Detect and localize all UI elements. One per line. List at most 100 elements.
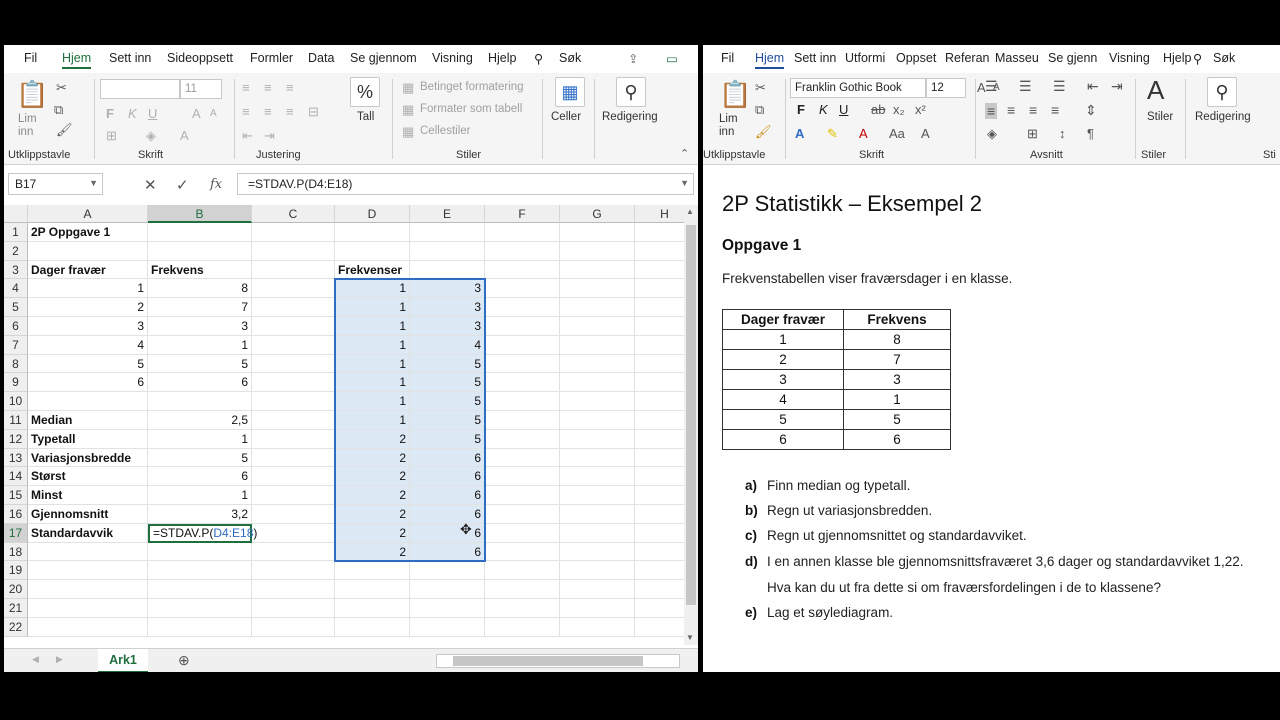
next-sheet-icon[interactable]: ▶	[56, 655, 63, 664]
borders-icon[interactable]: ⊞	[106, 129, 117, 142]
formula-input[interactable]: =STDAV.P(D4:E18) ▼	[237, 173, 694, 195]
word-format-painter-icon[interactable]: 🖌	[755, 125, 772, 138]
align-center-icon[interactable]: ≡	[264, 105, 272, 118]
cell-f10[interactable]	[485, 392, 560, 411]
cell-e10[interactable]: 5	[410, 392, 485, 411]
word-strikethrough-icon[interactable]: ab	[871, 103, 885, 116]
font-color-icon[interactable]: A	[180, 129, 189, 142]
italic-icon[interactable]: K	[128, 107, 137, 120]
prev-sheet-icon[interactable]: ◀	[32, 655, 39, 664]
word-decrease-indent-icon[interactable]: ⇤	[1087, 79, 1099, 93]
word-align-left-icon[interactable]: ≡	[985, 103, 998, 119]
row-header-5[interactable]: 5	[4, 298, 28, 317]
column-header-a[interactable]: A	[28, 205, 148, 223]
cell-f20[interactable]	[485, 580, 560, 599]
word-paste-label[interactable]: Lim inn	[719, 113, 749, 139]
format-painter-icon[interactable]: 🖌	[56, 123, 73, 136]
cell-c19[interactable]	[252, 561, 335, 581]
tab-sett-inn[interactable]: Sett inn	[109, 51, 151, 65]
cell-d9[interactable]: 1	[335, 373, 410, 393]
cell-d13[interactable]: 2	[335, 448, 410, 468]
word-tab-masseu[interactable]: Masseu	[995, 51, 1039, 65]
cell-d17[interactable]: 2	[335, 523, 410, 543]
cell-b13[interactable]: 5	[148, 448, 252, 468]
cell-e12[interactable]: 5	[410, 429, 485, 449]
row-header-22[interactable]: 22	[4, 617, 28, 637]
cell-d15[interactable]: 2	[335, 486, 410, 505]
word-paste-icon[interactable]: 📋	[719, 81, 751, 107]
align-right-icon[interactable]: ≡	[286, 105, 294, 118]
merge-icon[interactable]: ⊟	[308, 105, 319, 118]
cell-e2[interactable]	[410, 241, 485, 261]
cell-e17[interactable]: 6	[410, 523, 485, 543]
cell-c5[interactable]	[252, 298, 335, 317]
column-header-b[interactable]: B	[148, 205, 252, 223]
cell-a18[interactable]	[28, 542, 148, 562]
word-styles-label[interactable]: Stiler	[1147, 111, 1173, 123]
cell-g18[interactable]	[560, 542, 635, 562]
cell-g7[interactable]	[560, 335, 635, 355]
cell-e21[interactable]	[410, 599, 485, 618]
cell-d12[interactable]: 2	[335, 429, 410, 449]
cell-g6[interactable]	[560, 317, 635, 336]
editing-label[interactable]: Redigering	[602, 111, 658, 123]
cell-c1[interactable]	[252, 223, 335, 242]
word-search-icon[interactable]: ⚲	[1193, 51, 1202, 66]
cell-f18[interactable]	[485, 542, 560, 562]
cell-d16[interactable]: 2	[335, 505, 410, 524]
cell-b10[interactable]	[148, 392, 252, 411]
cell-g8[interactable]	[560, 354, 635, 374]
cell-g21[interactable]	[560, 599, 635, 618]
cell-c13[interactable]	[252, 448, 335, 468]
cell-g20[interactable]	[560, 580, 635, 599]
cell-e9[interactable]: 5	[410, 373, 485, 393]
row-header-4[interactable]: 4	[4, 279, 28, 299]
word-font-name-combo[interactable]: Franklin Gothic Book	[790, 78, 926, 98]
cell-e4[interactable]: 3	[410, 279, 485, 299]
cell-e14[interactable]: 6	[410, 467, 485, 487]
row-header-6[interactable]: 6	[4, 317, 28, 336]
cell-f16[interactable]	[485, 505, 560, 524]
word-find-icon[interactable]: ⚲	[1207, 77, 1237, 107]
cell-f21[interactable]	[485, 599, 560, 618]
cell-e6[interactable]: 3	[410, 317, 485, 336]
horizontal-scroll-thumb[interactable]	[453, 656, 643, 666]
cell-b1[interactable]	[148, 223, 252, 242]
cell-d22[interactable]	[335, 617, 410, 637]
cell-e5[interactable]: 3	[410, 298, 485, 317]
row-header-19[interactable]: 19	[4, 561, 28, 581]
enter-icon[interactable]: ✓	[176, 178, 189, 193]
cell-d8[interactable]: 1	[335, 354, 410, 374]
cell-e20[interactable]	[410, 580, 485, 599]
row-header-2[interactable]: 2	[4, 241, 28, 261]
cell-b8[interactable]: 5	[148, 354, 252, 374]
cell-c21[interactable]	[252, 599, 335, 618]
word-italic-icon[interactable]: K	[819, 103, 828, 116]
tab-hjem[interactable]: Hjem	[62, 51, 92, 69]
cell-d18[interactable]: 2	[335, 542, 410, 562]
cell-e16[interactable]: 6	[410, 505, 485, 524]
find-icon[interactable]: ⚲	[616, 77, 646, 107]
word-tab-visning[interactable]: Visning	[1109, 51, 1150, 65]
cell-a15[interactable]: Minst	[28, 486, 148, 505]
expand-formula-icon[interactable]: ▼	[680, 178, 689, 188]
cell-f12[interactable]	[485, 429, 560, 449]
word-numbering-icon[interactable]: ☰	[1019, 79, 1032, 93]
cell-c4[interactable]	[252, 279, 335, 299]
spreadsheet-grid[interactable]: A B C D E F G H 1 2P Oppgave 1 2 3 Dager fravær Frekv…	[4, 205, 695, 645]
active-cell[interactable]: =STDAV.P(D4:E18)	[148, 523, 257, 543]
cell-c20[interactable]	[252, 580, 335, 599]
word-align-center-icon[interactable]: ≡	[1007, 103, 1015, 117]
row-header-10[interactable]: 10	[4, 392, 28, 411]
cell-e1[interactable]	[410, 223, 485, 242]
tab-sok[interactable]: Søk	[559, 51, 581, 65]
word-highlight-icon[interactable]: ✎	[827, 127, 838, 140]
cell-a14[interactable]: Størst	[28, 467, 148, 487]
tab-hjelp[interactable]: Hjelp	[488, 51, 517, 65]
cell-c9[interactable]	[252, 373, 335, 393]
comments-icon[interactable]: ▭	[666, 51, 678, 66]
format-table-label[interactable]: Formater som tabell	[420, 103, 522, 115]
word-bold-icon[interactable]: F	[797, 103, 805, 116]
cell-b3[interactable]: Frekvens	[148, 260, 252, 280]
cell-g2[interactable]	[560, 241, 635, 261]
